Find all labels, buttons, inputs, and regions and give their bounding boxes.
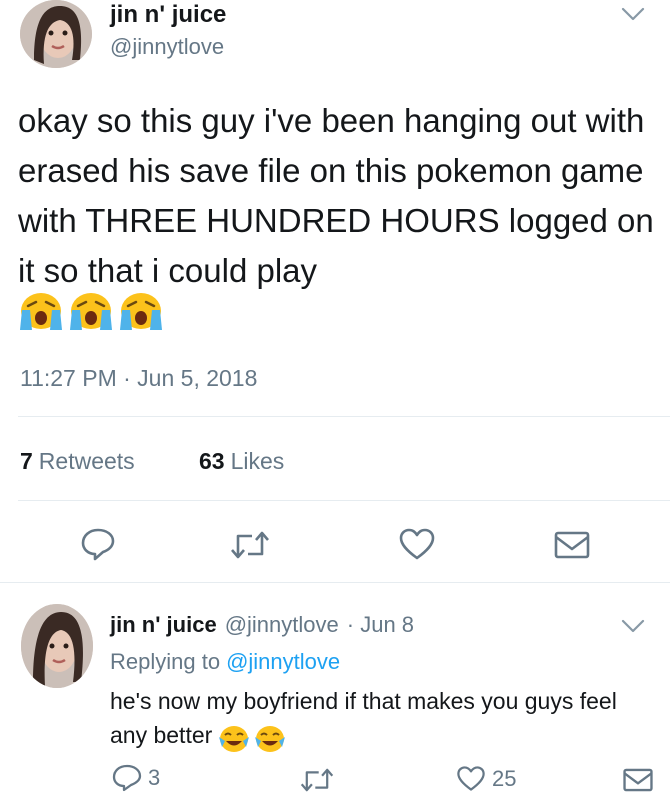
reply-text: he's now my boyfriend if that makes you …: [110, 688, 617, 748]
retweet-icon: [300, 768, 334, 792]
like-button[interactable]: [398, 527, 436, 561]
mail-icon: [623, 768, 653, 792]
reply-like-button[interactable]: 25: [456, 765, 516, 792]
tears-of-joy-icon: [255, 725, 286, 752]
retweets-label: Retweets: [38, 448, 135, 474]
retweets-count: 7: [20, 448, 33, 474]
crying-face-icon: [120, 293, 162, 330]
author-name[interactable]: jin n' juice: [110, 0, 226, 30]
reply-emojis: [218, 720, 286, 754]
likes-stat[interactable]: 63 Likes: [199, 446, 284, 476]
reply-reply-button[interactable]: 3: [112, 764, 160, 792]
reply-retweet-button[interactable]: [300, 767, 334, 793]
crying-face-icon: [20, 293, 62, 330]
tweet-timestamp[interactable]: 11:27 PM · Jun 5, 2018: [20, 363, 257, 393]
reply-chevron-down-icon[interactable]: [621, 618, 645, 634]
reply-text-block: he's now my boyfriend if that makes you …: [110, 684, 655, 754]
heart-icon: [457, 766, 485, 791]
retweets-stat[interactable]: 7 Retweets: [20, 446, 135, 476]
likes-count: 63: [199, 448, 225, 474]
replying-to-handle[interactable]: @jinnytlove: [226, 647, 340, 677]
reply-author-avatar[interactable]: [21, 604, 93, 688]
likes-label: Likes: [230, 448, 285, 474]
reply-author-name[interactable]: jin n' juice: [110, 610, 217, 640]
retweet-icon: [231, 531, 269, 559]
divider: [18, 416, 670, 417]
heart-icon: [399, 528, 435, 560]
replying-to: Replying to @jinnytlove: [110, 647, 340, 677]
reply-date[interactable]: · Jun 8: [347, 610, 414, 640]
reply-reply-count: 3: [148, 765, 161, 790]
tweet-emojis: [20, 292, 162, 330]
reply-header: jin n' juice @jinnytlove · Jun 8: [110, 610, 414, 640]
chevron-down-icon[interactable]: [621, 6, 645, 22]
author-handle[interactable]: @jinnytlove: [110, 33, 224, 61]
replying-to-label: Replying to: [110, 649, 221, 674]
divider: [18, 500, 670, 501]
reply-author-handle[interactable]: @jinnytlove: [225, 610, 339, 640]
mail-icon: [554, 531, 590, 559]
tweet-text: okay so this guy i've been hanging out w…: [18, 102, 654, 289]
tears-of-joy-icon: [218, 725, 249, 752]
reply-like-count: 25: [492, 765, 517, 791]
divider: [0, 582, 670, 583]
share-button[interactable]: [553, 529, 591, 561]
reply-icon: [81, 528, 115, 561]
author-avatar[interactable]: [20, 0, 92, 68]
reply-button[interactable]: [80, 527, 116, 561]
reply-icon: [112, 764, 142, 792]
reply-share-button[interactable]: [622, 766, 654, 794]
crying-face-icon: [70, 293, 112, 330]
retweet-button[interactable]: [230, 530, 270, 560]
